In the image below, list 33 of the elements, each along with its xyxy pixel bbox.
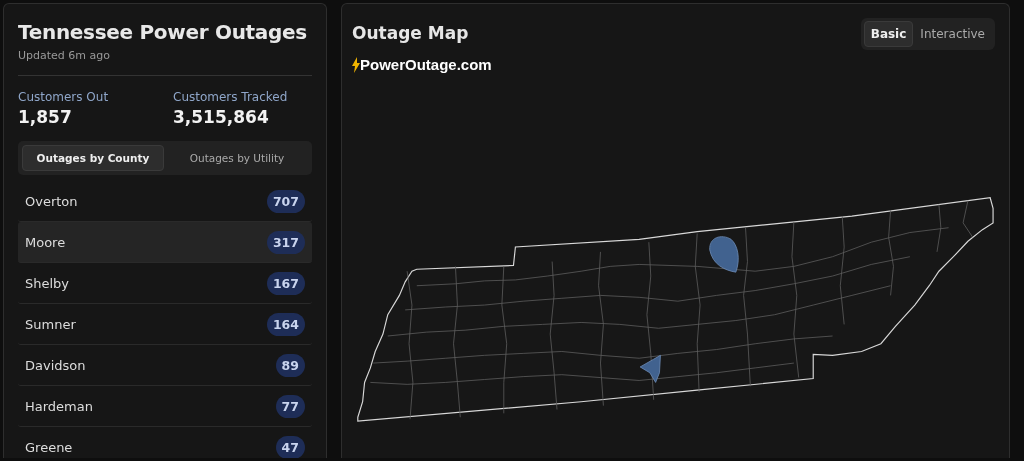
stat-value: 3,515,864 <box>173 107 269 127</box>
county-name: Hardeman <box>25 398 93 414</box>
county-name: Sumner <box>25 316 76 332</box>
lightning-bolt-icon <box>352 56 360 73</box>
county-row[interactable]: Hardeman 77 <box>18 386 312 427</box>
stat-label: Customers Out <box>18 90 110 104</box>
outage-count-badge: 317 <box>266 230 305 254</box>
county-name: Overton <box>25 193 78 209</box>
county-name: Davidson <box>25 357 86 373</box>
outage-count-badge: 167 <box>266 271 305 295</box>
outage-count-badge: 164 <box>266 312 305 336</box>
county-row[interactable]: Shelby 167 <box>18 263 312 304</box>
county-row[interactable]: Davidson 89 <box>18 345 312 386</box>
stat-value: 1,857 <box>18 107 72 127</box>
county-name: Shelby <box>25 275 70 291</box>
county-row[interactable]: Moore 317 <box>18 222 312 263</box>
outage-count-badge: 707 <box>266 189 305 213</box>
county-name: Moore <box>25 234 66 250</box>
tab[interactable]: Outages by County <box>22 145 164 171</box>
outage-count-badge: 89 <box>275 353 305 377</box>
outage-count-badge: 47 <box>275 435 305 458</box>
county-row[interactable]: Greene 47 <box>18 427 312 458</box>
updated-time: Updated 6m ago <box>18 49 110 62</box>
map-mode-tab[interactable]: Basic <box>863 21 914 47</box>
county-row[interactable]: Sumner 164 <box>18 304 312 345</box>
source-logo: PowerOutage.com <box>360 56 492 73</box>
outage-count-badge: 77 <box>275 394 305 418</box>
stat-label: Customers Tracked <box>173 90 289 104</box>
map-title: Outage Map <box>352 23 469 43</box>
county-name: Greene <box>25 439 73 455</box>
map-mode-tab[interactable]: Interactive <box>913 21 992 47</box>
tab[interactable]: Outages by Utility <box>166 145 308 171</box>
panel-title: Tennessee Power Outages <box>18 20 308 44</box>
